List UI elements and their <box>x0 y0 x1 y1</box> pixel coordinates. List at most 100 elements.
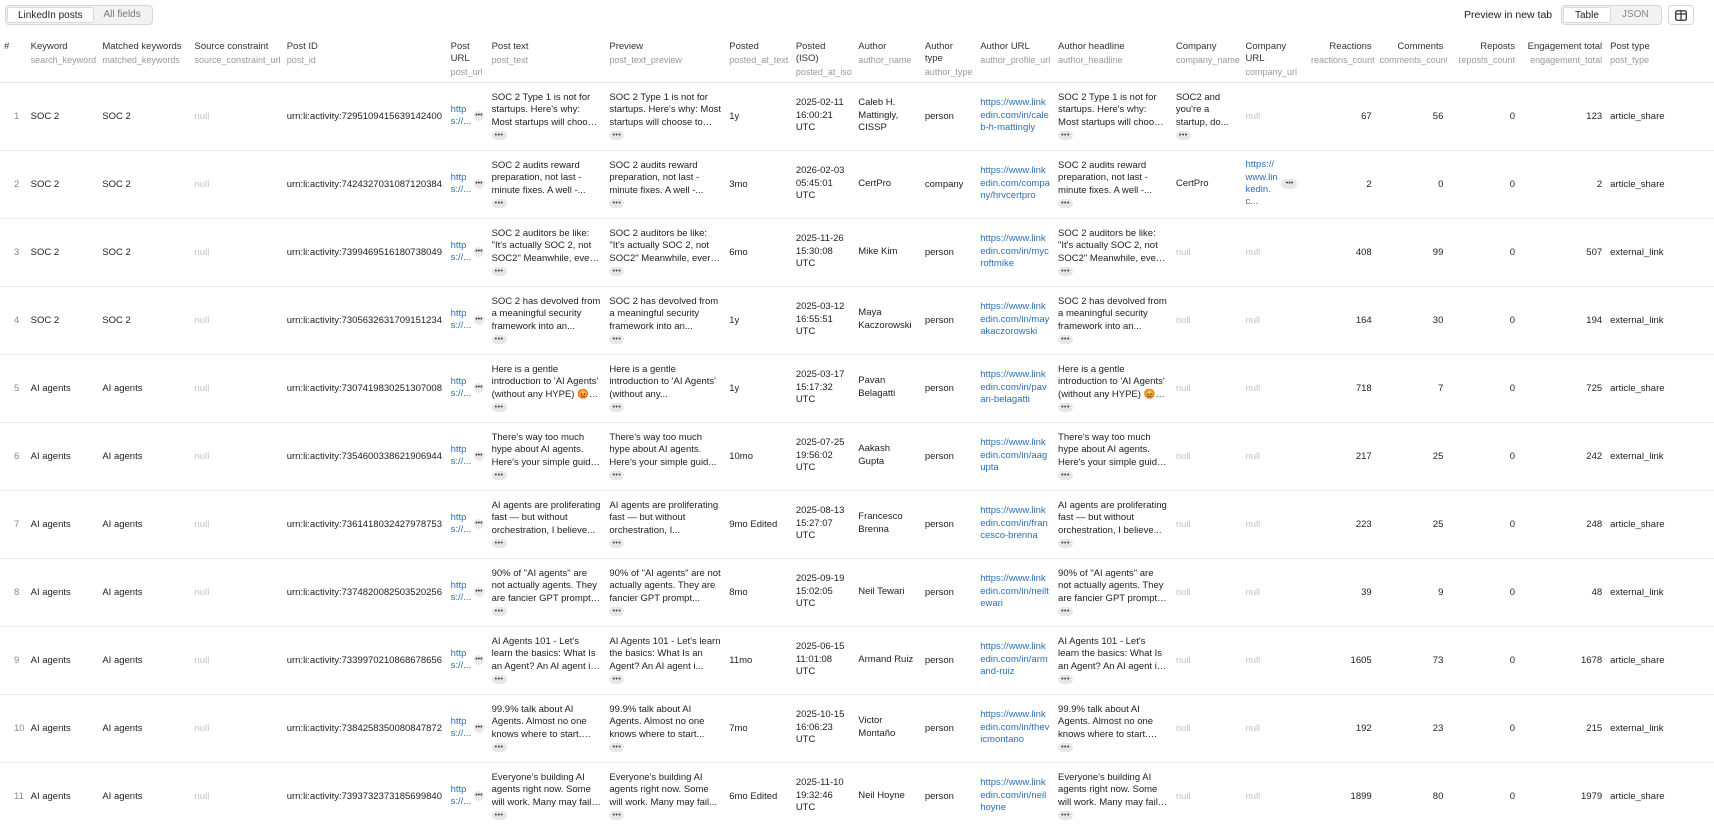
expand-more-button[interactable]: ••• <box>609 335 625 345</box>
column-header[interactable]: Author URL author_profile_url <box>976 34 1055 83</box>
expand-more-button[interactable]: ••• <box>491 335 507 345</box>
expand-more-button[interactable]: ••• <box>491 607 507 617</box>
expand-more-button[interactable]: ••• <box>609 199 625 209</box>
expand-more-button[interactable]: ••• <box>491 267 507 277</box>
author-url-link[interactable]: https://www.linkedin.com/in/neilhoyne <box>980 777 1050 814</box>
author-url-link[interactable]: https://www.linkedin.com/in/pavan-belaga… <box>980 369 1050 406</box>
expand-more-button[interactable]: ••• <box>1058 131 1074 141</box>
post-url-menu-button[interactable]: ••• <box>474 179 484 189</box>
column-header[interactable]: Comments comments_count <box>1375 34 1448 83</box>
post-url-link[interactable]: https://... <box>451 648 472 673</box>
tab-table[interactable]: Table <box>1563 7 1611 23</box>
expand-more-button[interactable]: ••• <box>609 539 625 549</box>
table-row[interactable]: 3 SOC 2 SOC 2 null urn:li:activity:739946951… <box>0 218 1714 287</box>
expand-more-button[interactable]: ••• <box>609 811 625 821</box>
post-url-menu-button[interactable]: ••• <box>474 723 484 733</box>
post-url-menu-button[interactable]: ••• <box>474 655 484 665</box>
column-header[interactable]: Company company_name <box>1171 34 1242 83</box>
table-row[interactable]: 1 SOC 2 SOC 2 null urn:li:activity:729510941… <box>0 82 1714 151</box>
expand-more-button[interactable]: ••• <box>491 131 507 141</box>
post-url-link[interactable]: https://... <box>451 308 472 333</box>
author-url-link[interactable]: https://www.linkedin.com/in/aagupta <box>980 437 1050 474</box>
expand-more-button[interactable]: ••• <box>1058 743 1074 753</box>
expand-more-button[interactable]: ••• <box>609 267 625 277</box>
author-url-link[interactable]: https://www.linkedin.com/in/francesco-br… <box>980 505 1050 542</box>
author-url-link[interactable]: https://www.linkedin.com/in/neiltewari <box>980 573 1050 610</box>
expand-more-button[interactable]: ••• <box>1058 335 1074 345</box>
post-url-link[interactable]: https://... <box>451 444 472 469</box>
results-table-container[interactable]: # Keyword search_keyword Matched keywords ma… <box>0 34 1714 830</box>
expand-more-button[interactable]: ••• <box>1058 403 1074 413</box>
author-url-link[interactable]: https://www.linkedin.com/company/hrvcert… <box>980 165 1050 202</box>
table-row[interactable]: 8 AI agents AI agents null urn:li:activity:7… <box>0 558 1714 627</box>
post-url-menu-button[interactable]: ••• <box>474 791 484 801</box>
expand-more-button[interactable]: ••• <box>1058 607 1074 617</box>
columns-layout-button[interactable] <box>1668 5 1694 25</box>
post-url-link[interactable]: https://... <box>451 580 472 605</box>
post-url-link[interactable]: https://... <box>451 172 472 197</box>
expand-more-button[interactable]: ••• <box>1175 131 1191 141</box>
post-url-link[interactable]: https://... <box>451 716 472 741</box>
expand-more-button[interactable]: ••• <box>1058 539 1074 549</box>
column-header[interactable]: Post URL post_url <box>446 34 488 83</box>
author-url-link[interactable]: https://www.linkedin.com/in/thevicmontan… <box>980 709 1050 746</box>
column-header[interactable]: Company URL company_url <box>1241 34 1308 83</box>
post-url-link[interactable]: https://... <box>451 104 472 129</box>
column-header[interactable]: Posted (ISO) posted_at_iso <box>791 34 855 83</box>
author-url-link[interactable]: https://www.linkedin.com/in/armand-ruiz <box>980 641 1050 678</box>
expand-more-button[interactable]: ••• <box>491 403 507 413</box>
expand-more-button[interactable]: ••• <box>1058 811 1074 821</box>
expand-more-button[interactable]: ••• <box>609 675 625 685</box>
table-row[interactable]: 10 AI agents AI agents null urn:li:activity:… <box>0 694 1714 763</box>
post-url-menu-button[interactable]: ••• <box>474 587 484 597</box>
post-url-link[interactable]: https://... <box>451 240 472 265</box>
post-url-link[interactable]: https://... <box>451 784 472 809</box>
table-row[interactable]: 6 AI agents AI agents null urn:li:activity:7… <box>0 422 1714 491</box>
expand-more-button[interactable]: ••• <box>491 675 507 685</box>
expand-more-button[interactable]: ••• <box>609 743 625 753</box>
expand-more-button[interactable]: ••• <box>1058 267 1074 277</box>
column-header[interactable]: Author author_name <box>854 34 921 83</box>
expand-more-button[interactable]: ••• <box>1058 199 1074 209</box>
expand-more-button[interactable]: ••• <box>491 471 507 481</box>
expand-more-button[interactable]: ••• <box>491 199 507 209</box>
column-header[interactable]: Reactions reactions_count <box>1307 34 1376 83</box>
expand-more-button[interactable]: ••• <box>1058 471 1074 481</box>
author-url-link[interactable]: https://www.linkedin.com/in/mayakaczorow… <box>980 301 1050 338</box>
post-url-menu-button[interactable]: ••• <box>474 315 484 325</box>
column-header[interactable]: Reposts reposts_count <box>1447 34 1520 83</box>
company-url-menu-button[interactable]: ••• <box>1281 179 1298 189</box>
preview-in-new-tab-link[interactable]: Preview in new tab <box>1464 9 1552 21</box>
table-row[interactable]: 7 AI agents AI agents null urn:li:activity:7… <box>0 490 1714 559</box>
table-row[interactable]: 9 AI agents AI agents null urn:li:activity:7… <box>0 626 1714 695</box>
author-url-link[interactable]: https://www.linkedin.com/in/caleb-h-matt… <box>980 97 1050 134</box>
company-url-link[interactable]: https://www.linkedin.c... <box>1245 159 1278 209</box>
column-header[interactable]: Author headline author_headline <box>1054 34 1172 83</box>
expand-more-button[interactable]: ••• <box>609 403 625 413</box>
expand-more-button[interactable]: ••• <box>609 131 625 141</box>
table-row[interactable]: 5 AI agents AI agents null urn:li:activity:7… <box>0 354 1714 423</box>
post-url-menu-button[interactable]: ••• <box>474 383 484 393</box>
table-row[interactable]: 4 SOC 2 SOC 2 null urn:li:activity:730563263… <box>0 286 1714 355</box>
column-header[interactable]: Author type author_type <box>920 34 977 83</box>
expand-more-button[interactable]: ••• <box>609 471 625 481</box>
expand-more-button[interactable]: ••• <box>491 811 507 821</box>
table-row[interactable]: 11 AI agents AI agents null urn:li:activity:… <box>0 762 1714 830</box>
column-header[interactable]: Posted posted_at_text <box>725 34 792 83</box>
expand-more-button[interactable]: ••• <box>609 607 625 617</box>
post-url-link[interactable]: https://... <box>451 512 472 537</box>
post-url-menu-button[interactable]: ••• <box>474 519 484 529</box>
post-url-menu-button[interactable]: ••• <box>474 111 484 121</box>
column-header[interactable]: Post text post_text <box>487 34 606 83</box>
column-header[interactable]: Preview post_text_preview <box>605 34 726 83</box>
column-header[interactable]: Post type post_type <box>1606 34 1714 83</box>
post-url-menu-button[interactable]: ••• <box>474 451 484 461</box>
tab-linkedin-posts[interactable]: LinkedIn posts <box>7 7 94 23</box>
column-header[interactable]: Matched keywords matched_keywords <box>98 34 191 83</box>
author-url-link[interactable]: https://www.linkedin.com/in/mycroftmike <box>980 233 1050 270</box>
column-header[interactable]: Source constraint source_constraint_url <box>190 34 283 83</box>
expand-more-button[interactable]: ••• <box>1058 675 1074 685</box>
tab-json[interactable]: JSON <box>1611 7 1660 23</box>
table-row[interactable]: 2 SOC 2 SOC 2 null urn:li:activity:742432703… <box>0 150 1714 219</box>
column-header[interactable]: Keyword search_keyword <box>26 34 99 83</box>
